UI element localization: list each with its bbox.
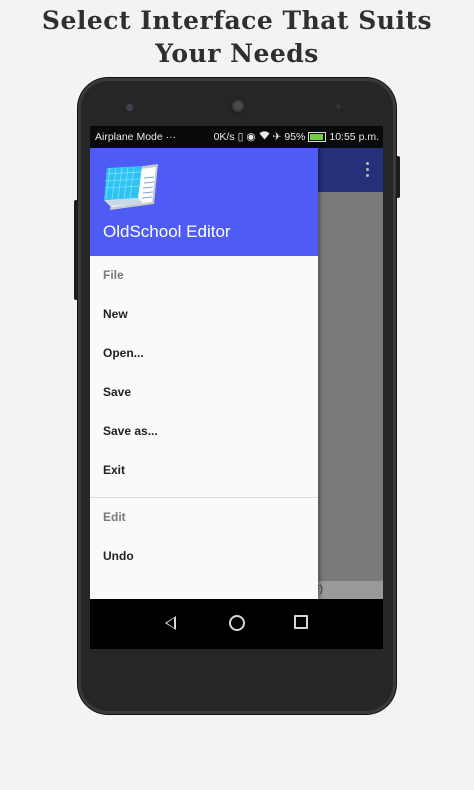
drawer-menu: File New Open... Save Save as... Exit Ed… [90,256,318,576]
back-icon[interactable] [165,616,176,630]
overflow-vertical-icon[interactable] [366,162,370,178]
phone-frame: Airplane Mode ··· 0K/s ▯ ◉ ✈ 95% 10:55 p… [74,78,400,714]
drawer-header: OldSchool Editor [90,148,318,256]
clock: 10:55 p.m. [329,131,379,143]
battery-percent: 95% [284,131,306,143]
section-header-file: File [103,268,124,282]
menu-item-save[interactable]: Save [90,373,318,412]
menu-item-exit[interactable]: Exit [90,451,318,490]
menu-item-new[interactable]: New [90,295,318,334]
notification-dots: ··· [165,131,177,143]
menu-item-open[interactable]: Open... [90,334,318,373]
power-button [396,156,400,198]
airplane-mode-label: Airplane Mode [95,131,163,143]
net-speed: 0K/s [213,131,235,143]
battery-icon [308,132,327,142]
menu-item-undo[interactable]: Undo [90,537,318,576]
home-icon[interactable] [229,615,245,631]
recent-apps-icon[interactable] [294,615,308,629]
volume-button [74,200,78,300]
status-left: Airplane Mode ··· [95,126,176,148]
earpiece-speaker [230,98,246,114]
headline-line-1: Select Interface That Suits [41,6,433,35]
eye-comfort-icon: ◉ [246,131,256,143]
headline-line-2: Your Needs [155,39,319,68]
proximity-sensor [336,104,341,109]
notepad-logo-icon [104,164,158,210]
phone-screen: Airplane Mode ··· 0K/s ▯ ◉ ✈ 95% 10:55 p… [90,126,383,649]
app-title: OldSchool Editor [103,222,231,241]
promo-headline: Select Interface That Suits Your Needs [0,4,474,70]
status-bar: Airplane Mode ··· 0K/s ▯ ◉ ✈ 95% 10:55 p… [90,126,383,148]
menu-item-save-as[interactable]: Save as... [90,412,318,451]
front-camera [126,104,133,111]
wifi-icon [259,126,270,148]
vibrate-icon: ▯ [237,131,244,143]
status-right: 0K/s ▯ ◉ ✈ 95% 10:55 p.m. [214,126,379,148]
navigation-drawer: OldSchool Editor File New Open... Save S… [90,148,318,599]
section-header-edit: Edit [103,510,126,524]
system-nav-bar [90,599,383,649]
airplane-icon: ✈ [272,131,282,143]
